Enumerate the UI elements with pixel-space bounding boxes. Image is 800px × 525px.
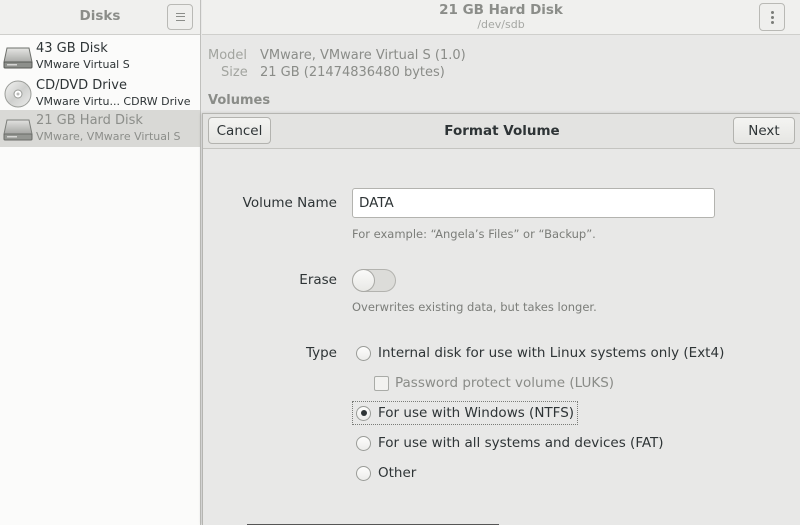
type-label: Type bbox=[305, 345, 337, 361]
disk-name: 43 GB Disk bbox=[36, 41, 108, 56]
volume-name-label: Volume Name bbox=[242, 195, 337, 211]
disk-list-item-selected[interactable]: 21 GB Hard Disk VMware, VMware Virtual S bbox=[0, 110, 200, 147]
disk-model: VMware, VMware Virtual S bbox=[36, 130, 181, 143]
disk-menu-button[interactable] bbox=[759, 3, 785, 31]
disk-name: 21 GB Hard Disk bbox=[36, 113, 143, 128]
volume-name-input[interactable] bbox=[352, 188, 715, 218]
model-value: VMware, VMware Virtual S (1.0) bbox=[260, 48, 466, 63]
disk-title: 21 GB Hard Disk bbox=[202, 2, 800, 18]
size-label: Size bbox=[221, 65, 248, 80]
disks-sidebar: Disks 43 GB Disk VMware Virtual S CD/DVD… bbox=[0, 0, 201, 525]
disk-model: VMware Virtu... CDRW Drive bbox=[36, 95, 191, 108]
dot bbox=[770, 15, 774, 19]
size-value: 21 GB (21474836480 bytes) bbox=[260, 65, 445, 80]
next-button[interactable]: Next bbox=[733, 117, 795, 144]
type-option-other[interactable]: Other bbox=[356, 461, 416, 485]
dialog-header: Cancel Format Volume Next bbox=[203, 114, 800, 149]
optical-disc-icon bbox=[4, 80, 32, 108]
radio-label: Other bbox=[378, 465, 417, 481]
disk-title-text: 21 GB Hard Disk bbox=[439, 2, 563, 18]
disk-list-item[interactable]: 43 GB Disk VMware Virtual S bbox=[0, 38, 200, 75]
disk-device-path-text: /dev/sdb bbox=[477, 18, 525, 31]
erase-label: Erase bbox=[299, 272, 337, 288]
radio-button-checked[interactable] bbox=[356, 405, 371, 421]
dot bbox=[770, 20, 774, 24]
format-volume-dialog: Cancel Format Volume Next Volume Name Fo… bbox=[202, 113, 800, 525]
radio-button[interactable] bbox=[356, 435, 371, 451]
erase-switch[interactable] bbox=[352, 269, 396, 292]
luks-option[interactable]: Password protect volume (LUKS) bbox=[374, 372, 614, 394]
radio-button[interactable] bbox=[356, 345, 371, 361]
volume-name-hint: For example: “Angela’s Files” or “Backup… bbox=[352, 227, 596, 241]
disk-device-path: /dev/sdb bbox=[202, 18, 800, 31]
radio-label: For use with Windows (NTFS) bbox=[378, 405, 575, 421]
type-option-fat[interactable]: For use with all systems and devices (FA… bbox=[356, 431, 664, 455]
dialog-title: Format Volume bbox=[444, 123, 560, 139]
main-header: 21 GB Hard Disk /dev/sdb bbox=[202, 0, 800, 35]
disk-list-item[interactable]: CD/DVD Drive VMware Virtu... CDRW Drive bbox=[0, 75, 200, 112]
app-menu-button[interactable] bbox=[167, 4, 193, 30]
hard-disk-icon bbox=[3, 119, 33, 141]
switch-knob bbox=[352, 269, 375, 292]
volumes-heading: Volumes bbox=[208, 93, 271, 108]
luks-checkbox[interactable] bbox=[374, 375, 389, 391]
model-label: Model bbox=[208, 48, 248, 63]
dot bbox=[770, 10, 774, 14]
radio-button[interactable] bbox=[356, 465, 371, 481]
hard-disk-icon bbox=[3, 47, 33, 69]
radio-label: Internal disk for use with Linux systems… bbox=[378, 345, 725, 361]
hamburger-icon bbox=[175, 13, 185, 21]
disk-model: VMware Virtual S bbox=[36, 58, 130, 71]
type-option-ext4[interactable]: Internal disk for use with Linux systems… bbox=[356, 341, 724, 365]
type-option-ntfs[interactable]: For use with Windows (NTFS) bbox=[352, 401, 579, 425]
radio-label: For use with all systems and devices (FA… bbox=[378, 435, 664, 451]
sidebar-header: Disks bbox=[0, 0, 200, 35]
erase-hint: Overwrites existing data, but takes long… bbox=[352, 300, 597, 314]
disk-name: CD/DVD Drive bbox=[36, 78, 127, 93]
checkbox-label: Password protect volume (LUKS) bbox=[395, 375, 615, 391]
